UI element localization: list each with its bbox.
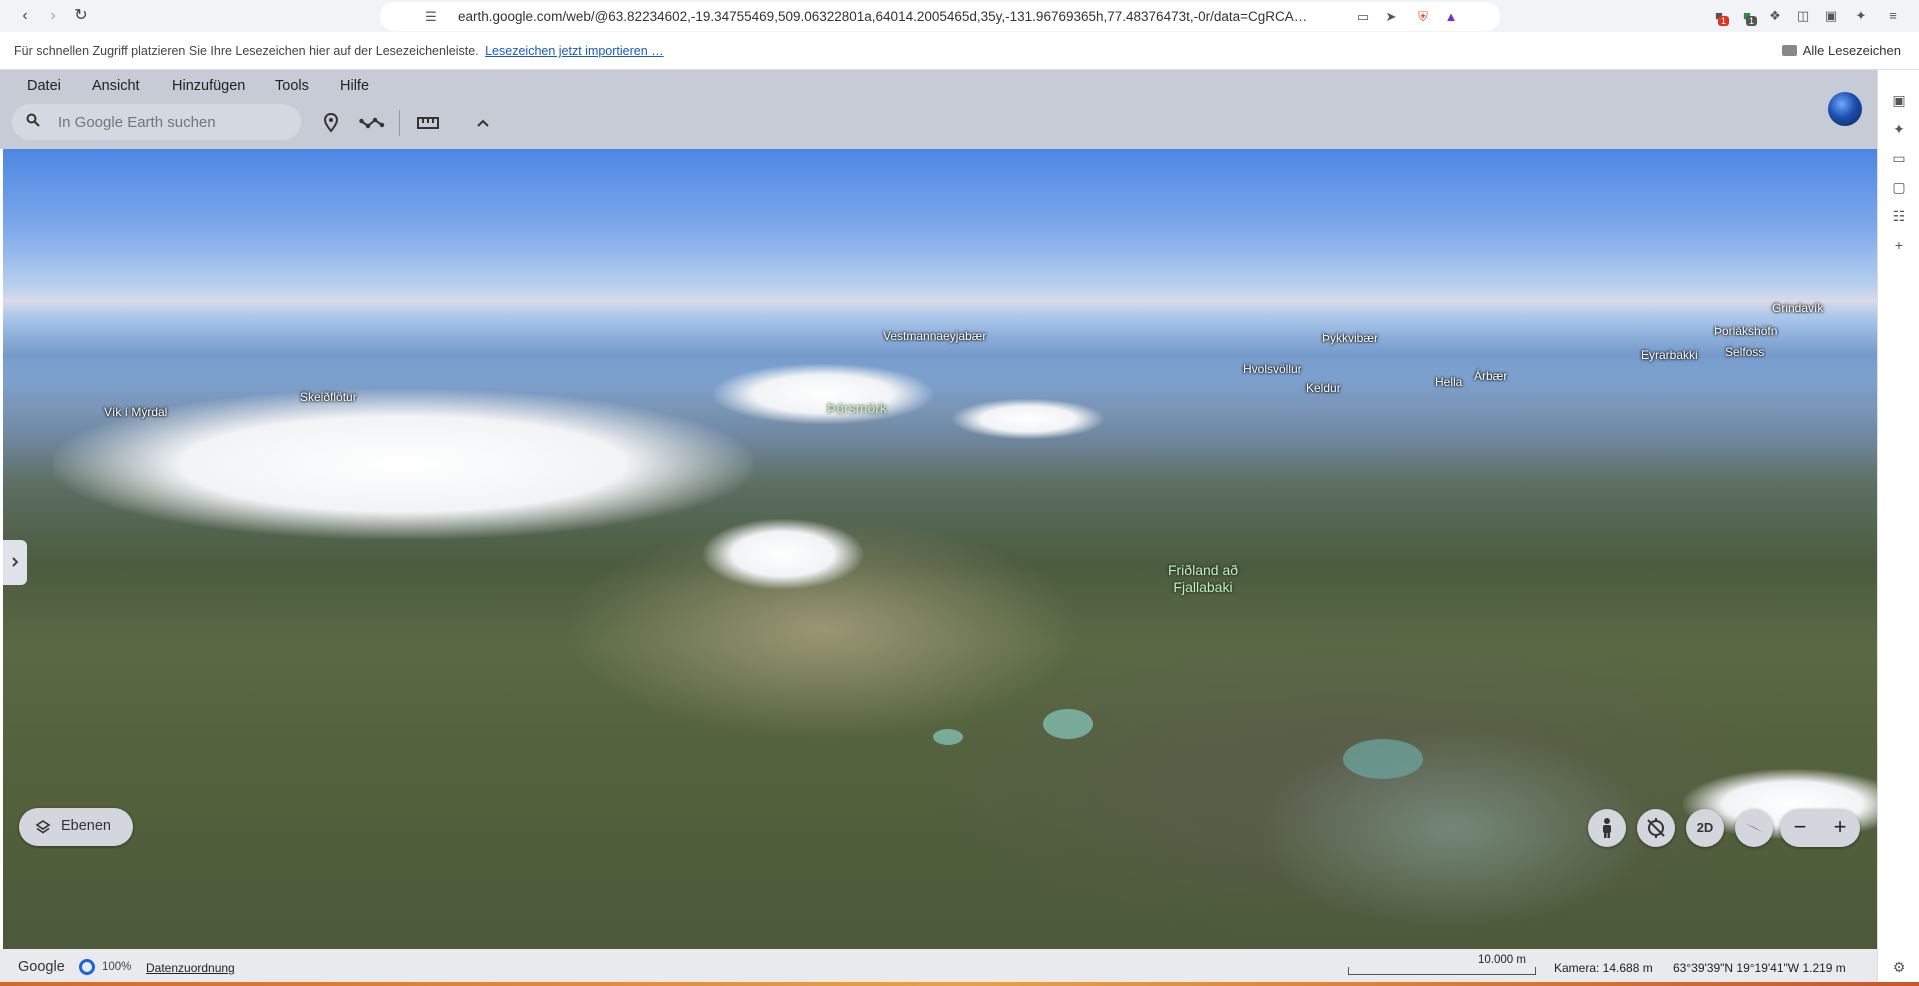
place-label[interactable]: Árbær xyxy=(1474,369,1507,383)
search-input[interactable] xyxy=(58,104,288,140)
loading-percentage: 100% xyxy=(102,961,132,973)
ruler-icon[interactable] xyxy=(416,112,440,134)
google-logo: Google xyxy=(18,959,65,975)
extension-badge-2: 1 xyxy=(1746,16,1758,26)
compass-reset-icon xyxy=(1647,818,1665,838)
park-label-fjallabaki[interactable]: Friðland að Fjallabaki xyxy=(1161,562,1245,596)
place-label[interactable]: Þykkvibær xyxy=(1322,331,1378,345)
settings-gear-icon[interactable]: ⚙ xyxy=(1891,959,1907,975)
place-label[interactable]: Hella xyxy=(1435,375,1462,389)
data-attribution-link[interactable]: Datenzuordnung xyxy=(146,961,235,975)
torfajokull-snow xyxy=(703,519,863,589)
menu-hinzufuegen[interactable]: Hinzufügen xyxy=(172,78,245,94)
toolbar-divider xyxy=(399,110,400,136)
lake-1 xyxy=(1043,709,1093,739)
place-label[interactable]: Eyrarbakki xyxy=(1641,348,1698,362)
wallet-icon[interactable]: ▣ xyxy=(1822,7,1840,25)
taskbar-strip xyxy=(0,982,1919,986)
chevron-right-icon xyxy=(12,557,19,567)
chevron-up-icon[interactable] xyxy=(472,112,494,134)
import-bookmarks-link[interactable]: Lesezeichen jetzt importieren … xyxy=(485,44,664,58)
back-icon[interactable]: ‹ xyxy=(14,5,36,27)
add-sidebar-icon[interactable]: + xyxy=(1891,237,1907,253)
all-bookmarks-label: Alle Lesezeichen xyxy=(1802,43,1901,58)
address-bar[interactable]: ☰ earth.google.com/web/@63.82234602,-19.… xyxy=(380,2,1500,31)
talk-sidebar-icon[interactable]: ▭ xyxy=(1891,150,1907,166)
all-bookmarks-button[interactable]: Alle Lesezeichen xyxy=(1781,43,1901,58)
leo-sidebar-icon[interactable]: ✦ xyxy=(1891,121,1907,137)
menu-icon[interactable]: ≡ xyxy=(1884,7,1902,25)
lake-3 xyxy=(1343,739,1423,779)
place-label[interactable]: Skeiðflötur xyxy=(300,390,357,404)
extension-badge-1: 1 xyxy=(1718,16,1730,26)
menu-ansicht[interactable]: Ansicht xyxy=(92,78,140,94)
search-icon xyxy=(26,113,40,127)
lake-2 xyxy=(933,729,963,745)
street-view-button[interactable] xyxy=(1588,809,1626,847)
pegman-icon xyxy=(1603,818,1611,838)
browser-toolbar: ‹ › ↻ ▢ ☰ earth.google.com/web/@63.82234… xyxy=(0,0,1919,32)
site-settings-icon[interactable]: ☰ xyxy=(422,8,440,26)
reload-icon[interactable]: ↻ xyxy=(70,5,92,27)
placemark-icon[interactable] xyxy=(320,112,342,134)
brave-rewards-icon[interactable]: ▲ xyxy=(1442,8,1460,26)
cursor-coordinates: 63°39'39"N 19°19'41"W 1.219 m xyxy=(1673,961,1846,975)
place-label[interactable]: Grindavík xyxy=(1772,301,1823,315)
zoom-in-button[interactable]: + xyxy=(1820,809,1860,847)
park-label-line: Fjallabaki xyxy=(1173,579,1233,595)
browser-sidebar: ▣ ✦ ▭ ▢ ☷ + ⚙ xyxy=(1877,70,1919,986)
bookmarks-bar: Für schnellen Zugriff platzieren Sie Ihr… xyxy=(0,32,1919,70)
menu-datei[interactable]: Datei xyxy=(27,78,61,94)
extensions-puzzle-icon[interactable]: ❖ xyxy=(1766,7,1784,25)
zoom-out-button[interactable]: − xyxy=(1780,809,1820,847)
loading-ring-icon xyxy=(79,959,95,975)
search-box[interactable] xyxy=(12,104,301,140)
compass-needle-icon xyxy=(1746,824,1762,832)
toggle-2d-label: 2D xyxy=(1696,820,1714,835)
menu-tools[interactable]: Tools xyxy=(275,78,309,94)
menu-hilfe[interactable]: Hilfe xyxy=(340,78,369,94)
brave-shield-icon[interactable]: ⛨ xyxy=(1414,8,1432,26)
toggle-2d-button[interactable]: 2D xyxy=(1686,809,1724,847)
place-label[interactable]: Keldur xyxy=(1306,381,1341,395)
earth-header: Datei Ansicht Hinzufügen Tools Hilfe xyxy=(0,70,1877,149)
layers-button[interactable]: Ebenen xyxy=(19,808,133,846)
zoom-controls: − + xyxy=(1780,809,1860,847)
park-label-thorsmork[interactable]: Þórsmörk xyxy=(827,400,887,417)
place-label[interactable]: Vestmannaeyjabær xyxy=(883,329,986,343)
bookmarks-sidebar-icon[interactable]: ▢ xyxy=(1891,179,1907,195)
sidebar-toggle-icon[interactable]: ◫ xyxy=(1794,7,1812,25)
place-label[interactable]: Vík í Mýrdal xyxy=(104,405,167,419)
layers-icon xyxy=(35,820,51,834)
layers-label: Ebenen xyxy=(61,818,111,834)
compass-button[interactable] xyxy=(1735,809,1773,847)
camera-altitude: Kamera: 14.688 m xyxy=(1554,961,1653,975)
eyjafjallajokull-glacier xyxy=(713,364,933,424)
place-label[interactable]: Selfoss xyxy=(1725,345,1764,359)
scale-bar xyxy=(1348,967,1536,975)
folder-icon xyxy=(1781,45,1797,56)
cast-icon[interactable]: ▭ xyxy=(1354,8,1372,26)
reading-list-sidebar-icon[interactable]: ☷ xyxy=(1891,208,1907,224)
earth-3d-view[interactable]: Vík í Mýrdal Skeiðflötur Vestmannaeyjabæ… xyxy=(3,149,1877,949)
side-panel-toggle[interactable] xyxy=(3,540,27,585)
leo-ai-icon[interactable]: ✦ xyxy=(1852,7,1870,25)
path-icon[interactable] xyxy=(359,112,385,134)
forward-icon[interactable]: › xyxy=(42,5,64,27)
bookmarks-hint: Für schnellen Zugriff platzieren Sie Ihr… xyxy=(14,44,664,58)
tindfjallajokull-glacier xyxy=(953,399,1103,439)
scale-label: 10.000 m xyxy=(1478,954,1526,966)
place-label[interactable]: Þorlákshöfn xyxy=(1714,324,1777,338)
place-label[interactable]: Hvolsvöllur xyxy=(1243,362,1302,376)
status-bar: Google 100% Datenzuordnung 10.000 m Kame… xyxy=(0,949,1877,986)
wallet-sidebar-icon[interactable]: ▣ xyxy=(1891,92,1907,108)
url-text[interactable]: earth.google.com/web/@63.82234602,-19.34… xyxy=(458,9,1307,24)
park-label-line: Friðland að xyxy=(1167,562,1239,578)
account-avatar-globe[interactable] xyxy=(1828,92,1862,126)
reset-tilt-button[interactable] xyxy=(1637,809,1675,847)
share-icon[interactable]: ➤ xyxy=(1382,8,1400,26)
google-earth-app: Datei Ansicht Hinzufügen Tools Hilfe Vík… xyxy=(0,70,1877,986)
